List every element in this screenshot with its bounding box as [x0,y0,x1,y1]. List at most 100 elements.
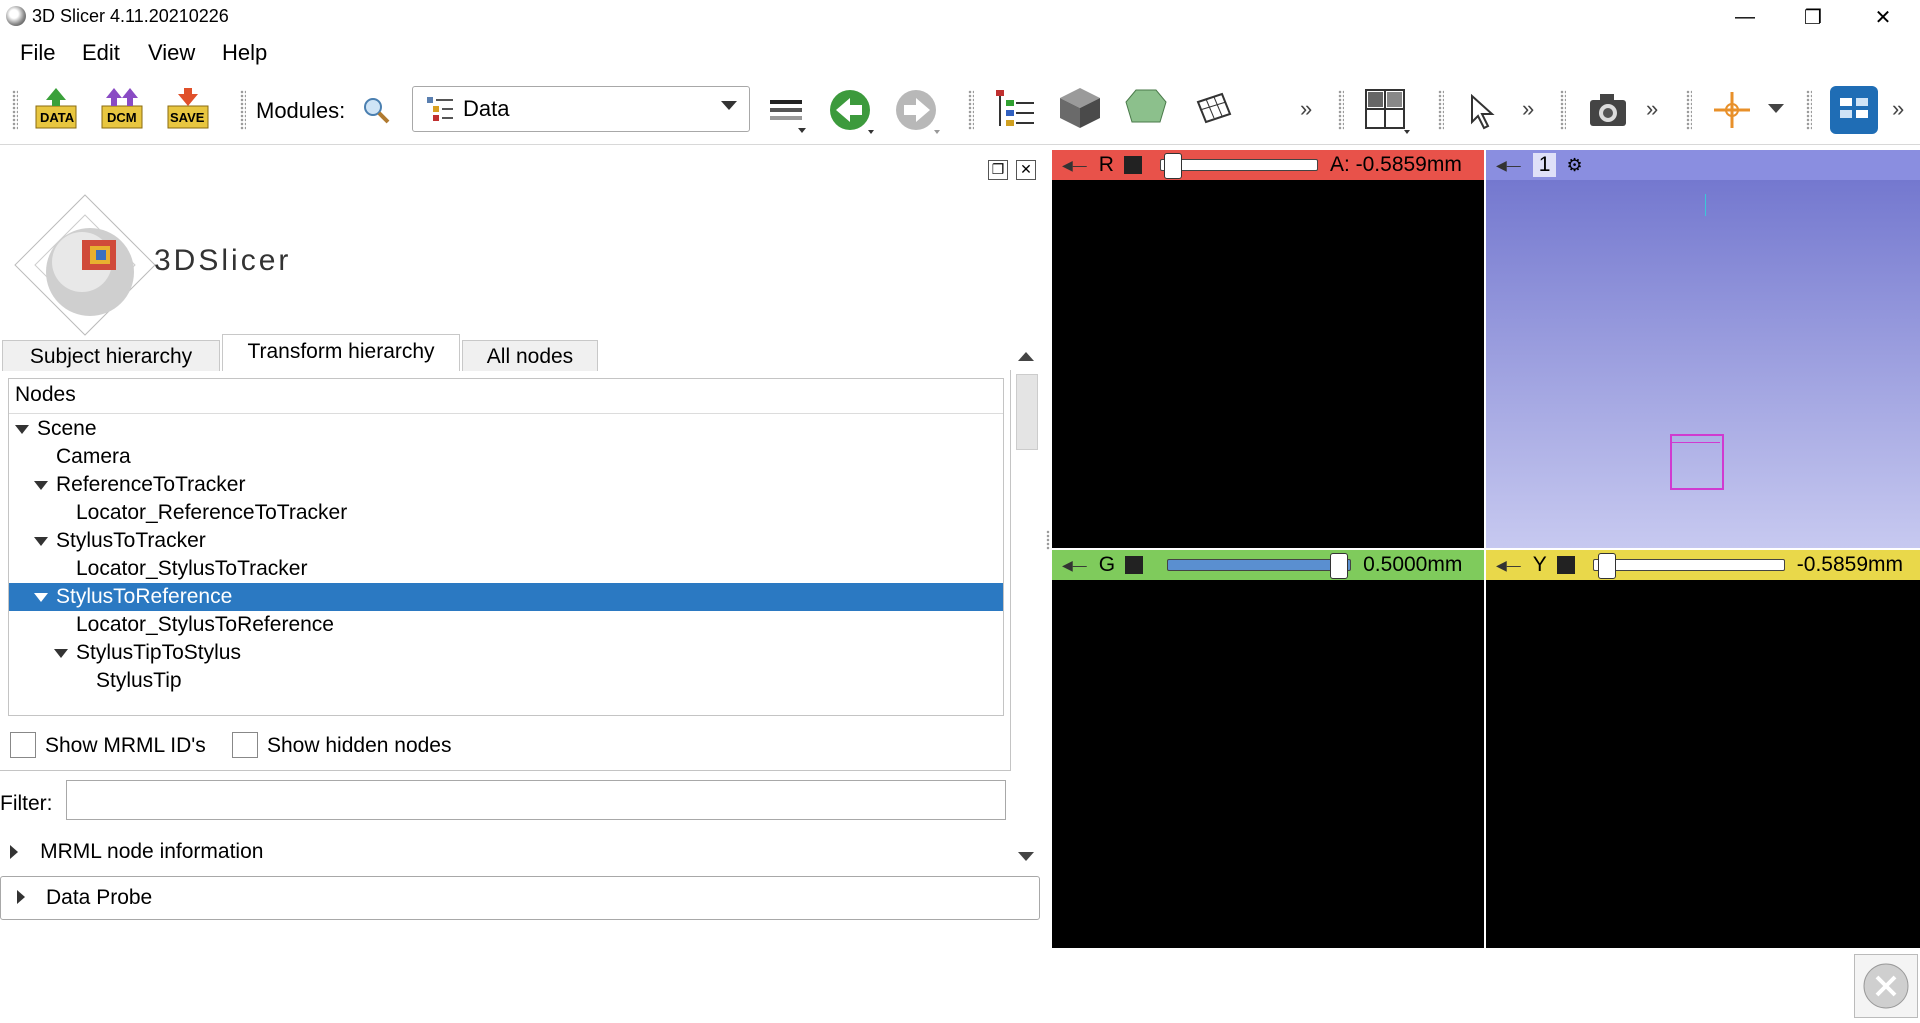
tree-row-scene[interactable]: Scene [9,415,1003,443]
scroll-down-icon[interactable] [1018,852,1034,861]
chevron-down-icon[interactable] [1768,104,1784,113]
module-search-icon[interactable] [362,96,390,130]
toolbar-grip[interactable] [1338,90,1344,130]
toolbar-overflow-button[interactable]: » [1646,96,1658,122]
red-slice-canvas[interactable] [1052,180,1484,548]
expand-arrow-icon[interactable] [17,890,25,904]
load-dicom-button[interactable]: DCM [100,86,144,130]
expand-arrow-icon[interactable] [34,536,48,546]
red-slice-view[interactable]: ◀— R A: -0.5859mm [1052,150,1484,548]
tab-all-nodes[interactable]: All nodes [462,340,598,371]
save-button[interactable]: SAVE [166,86,210,130]
green-slice-canvas[interactable] [1052,580,1484,948]
center-view-icon[interactable]: ⚙ [1566,155,1582,176]
panel-scrollbar[interactable] [1014,350,1038,870]
show-hidden-nodes-checkbox[interactable] [232,732,258,758]
red-slice-bar: ◀— R A: -0.5859mm [1052,150,1484,180]
toolbar-overflow-button[interactable]: » [1522,96,1534,122]
toolbar-overflow-button[interactable]: » [1300,96,1312,122]
green-slice-view[interactable]: ◀— G 0.5000mm [1052,550,1484,948]
close-view-button[interactable] [1854,954,1918,1018]
tree-row-locator-stylus[interactable]: Locator_StylusToTracker [9,555,1003,583]
slider-thumb[interactable] [1163,153,1182,179]
forward-button[interactable] [894,88,942,142]
pin-icon[interactable]: ◀— [1062,157,1087,174]
toolbar-grip[interactable] [1686,90,1692,130]
undock-icon[interactable]: ❐ [988,160,1008,180]
restore-icon[interactable]: ❐ [1782,0,1844,34]
show-mrml-ids-checkbox[interactable] [10,732,36,758]
segment-editor-button[interactable] [1194,90,1234,136]
volume-cube-button[interactable] [1058,86,1102,136]
pointer-mode-button[interactable] [1466,93,1502,136]
yellow-slice-canvas[interactable] [1486,580,1920,948]
tree-row-stylus-to-reference[interactable]: StylusToReference [9,583,1003,611]
toolbar-grip[interactable] [1560,90,1566,130]
mrml-info-section[interactable]: MRML node information [10,838,263,864]
tree-row-stylus-tip[interactable]: StylusTip [9,667,1003,695]
back-button[interactable] [828,88,876,142]
pin-icon[interactable]: ◀— [1496,157,1521,174]
scene-tree-button[interactable] [994,88,1038,138]
extensions-button[interactable] [1830,86,1878,140]
green-slice-slider[interactable] [1167,553,1353,579]
tree-row-label: Locator_ReferenceToTracker [76,501,348,524]
toolbar-grip[interactable] [1438,90,1444,130]
tab-transform-hierarchy[interactable]: Transform hierarchy [222,334,460,371]
close-panel-icon[interactable]: ✕ [1016,160,1036,180]
toolbar-overflow-button[interactable]: » [1892,96,1904,122]
slice-link-icon[interactable] [1125,556,1144,574]
menu-edit[interactable]: Edit [82,40,120,66]
tree-row-locator-reference[interactable]: Locator_ReferenceToTracker [9,499,1003,527]
scroll-up-icon[interactable] [1018,352,1034,361]
yellow-slice-view[interactable]: ◀— Y -0.5859mm [1486,550,1920,948]
tree-list-icon [996,90,1034,126]
toolbar-grip[interactable] [1806,90,1812,130]
menu-view[interactable]: View [148,40,195,66]
load-data-button[interactable]: DATA [34,86,78,130]
menu-file[interactable]: File [20,40,55,66]
slice-link-icon[interactable] [1123,156,1142,174]
node-tree[interactable]: Nodes Scene Camera ReferenceToTracker Lo… [8,378,1004,716]
toolbar-grip[interactable] [240,90,246,130]
module-history-button[interactable] [768,96,808,142]
tree-row-stylus-to-tracker[interactable]: StylusToTracker [9,527,1003,555]
pin-icon[interactable]: ◀— [1496,557,1521,574]
minimize-icon[interactable]: — [1714,0,1776,34]
tree-row-camera[interactable]: Camera [9,443,1003,471]
red-slice-slider[interactable] [1159,153,1320,179]
screenshot-button[interactable] [1588,90,1628,136]
menu-help[interactable]: Help [222,40,267,66]
green-slice-bar: ◀— G 0.5000mm [1052,550,1484,580]
slider-thumb[interactable] [1330,553,1349,579]
scroll-thumb[interactable] [1016,374,1038,450]
pin-icon[interactable]: ◀— [1062,557,1087,574]
slicer-logo-icon [14,194,156,336]
yellow-slice-bar: ◀— Y -0.5859mm [1486,550,1920,580]
expand-arrow-icon[interactable] [54,648,68,658]
slice-link-icon[interactable] [1556,556,1575,574]
close-icon[interactable]: ✕ [1852,0,1914,34]
filter-input[interactable] [66,780,1006,820]
module-selector[interactable]: Data [412,86,750,132]
splitter-handle[interactable] [1046,530,1050,550]
slider-thumb[interactable] [1597,553,1616,579]
tab-subject-hierarchy[interactable]: Subject hierarchy [2,340,220,371]
layout-button[interactable] [1364,88,1412,142]
slicer-logo-text: 3DSlicer [154,244,292,277]
yellow-slice-slider[interactable] [1592,553,1787,579]
data-probe-section[interactable]: Data Probe [0,876,1040,920]
toolbar-grip[interactable] [968,90,974,130]
tree-row-reference-to-tracker[interactable]: ReferenceToTracker [9,471,1003,499]
expand-arrow-icon[interactable] [10,845,18,860]
tree-row-locator-stylus-to-reference[interactable]: Locator_StylusToReference [9,611,1003,639]
models-button[interactable] [1124,86,1168,136]
tree-row-stylus-tip-to-stylus[interactable]: StylusTipToStylus [9,639,1003,667]
toolbar-grip[interactable] [12,90,18,130]
expand-arrow-icon[interactable] [34,480,48,490]
threed-canvas[interactable] [1486,180,1920,548]
expand-arrow-icon[interactable] [34,592,48,602]
threed-view[interactable]: ◀— 1 ⚙ [1486,150,1920,548]
crosshair-button[interactable] [1712,90,1756,136]
expand-arrow-icon[interactable] [15,424,29,434]
